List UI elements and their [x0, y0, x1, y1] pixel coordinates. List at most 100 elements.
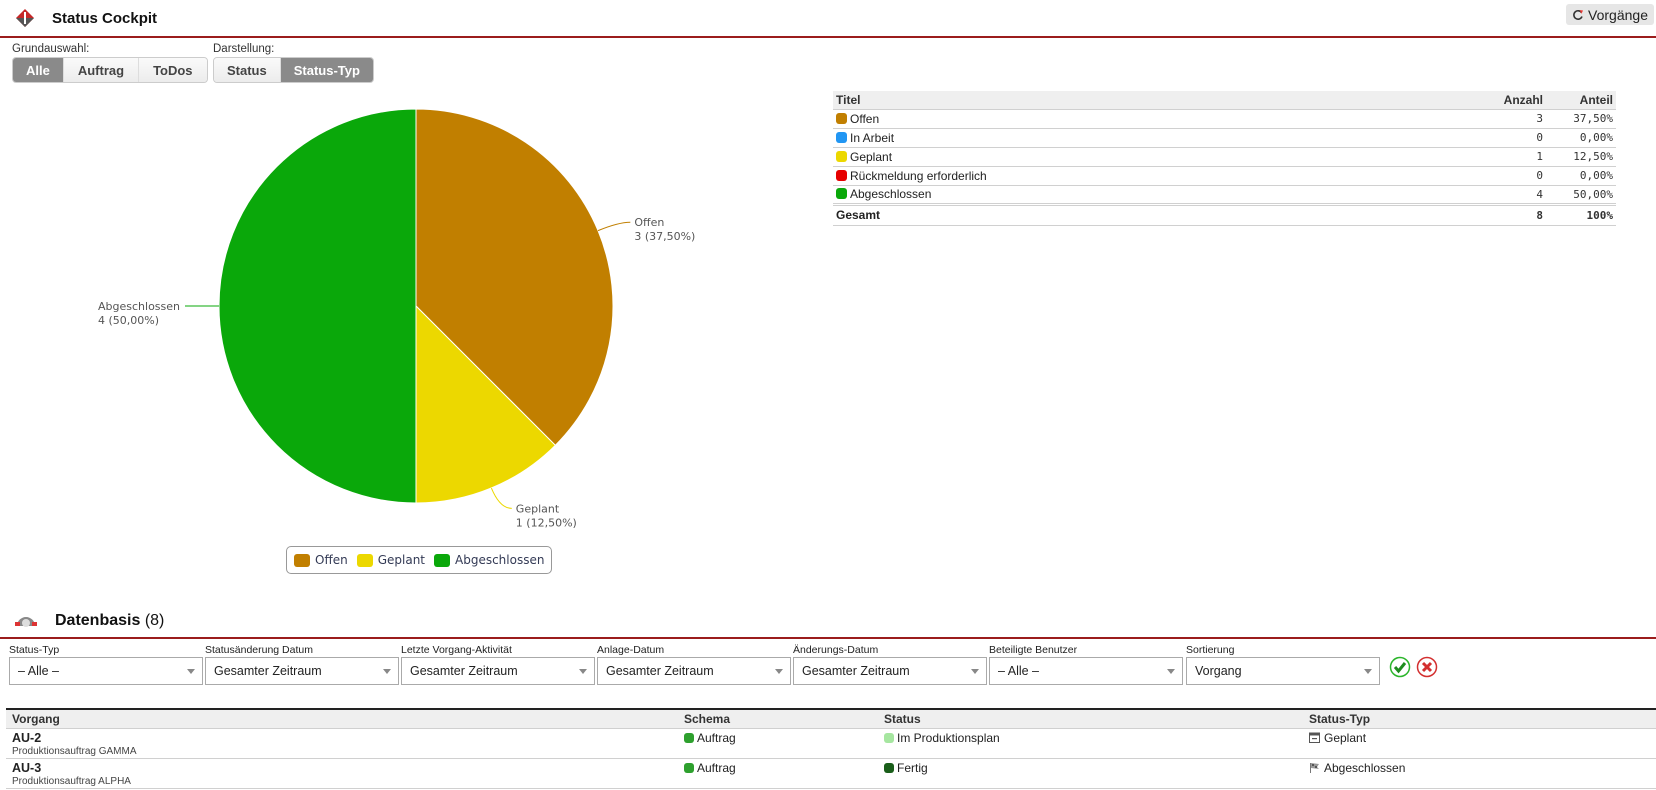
grundauswahl-option-alle[interactable]: Alle [13, 58, 64, 82]
vorgaenge-table: Vorgang Schema Status Status-Typ AU-2 Pro… [6, 708, 1656, 789]
legend-swatch-abgeschlossen [434, 553, 450, 567]
summary-title-cell: Offen [833, 109, 1466, 129]
schema-cell: Auftrag [678, 728, 878, 759]
status-summary-table: Titel Anzahl Anteil Offen 3 37,50% In Arbei… [833, 91, 1616, 226]
schema-label: Auftrag [697, 760, 736, 775]
darstellung-option-status[interactable]: Status [214, 58, 281, 82]
filter-0: Status-Typ – Alle – [9, 644, 203, 685]
col-schema: Schema [678, 709, 878, 729]
pie-label-abgeschlossen: Abgeschlossen [98, 300, 180, 313]
grundauswahl-segmented-control: Alle Auftrag ToDos [12, 57, 208, 83]
status-color-swatch [836, 131, 847, 143]
summary-row: In Arbeit 0 0,00% [833, 128, 1616, 148]
summary-title-cell: Geplant [833, 147, 1466, 167]
checkered-flag-icon [1310, 762, 1319, 773]
summary-title: Abgeschlossen [850, 187, 932, 201]
chevron-down-icon [1364, 668, 1372, 674]
status-color-dot [884, 732, 894, 743]
schema-color-dot [684, 732, 694, 743]
summary-header-row: Titel Anzahl Anteil [833, 91, 1616, 110]
status-cell: Fertig [878, 758, 1303, 789]
summary-count: 0 [1466, 128, 1546, 148]
summary-share: 37,50% [1546, 109, 1616, 129]
filter-1: Statusänderung Datum Gesamter Zeitraum [205, 644, 399, 685]
chevron-down-icon [579, 668, 587, 674]
filter-6: Sortierung Vorgang [1186, 644, 1380, 685]
status-color-swatch [836, 112, 847, 124]
chevron-down-icon [775, 668, 783, 674]
data-header-row: Vorgang Schema Status Status-Typ [6, 709, 1656, 729]
status-label: Fertig [897, 760, 928, 775]
status-color-swatch [836, 169, 847, 181]
vorgaenge-button[interactable]: Vorgänge [1566, 4, 1654, 25]
filter-label: Änderungs-Datum [793, 644, 879, 656]
summary-title: Rückmeldung erforderlich [850, 168, 987, 183]
col-status: Status [878, 709, 1303, 729]
legend-label: Offen [315, 553, 348, 567]
summary-total-row: Gesamt 8 100% [833, 202, 1616, 226]
schema-label: Auftrag [697, 730, 736, 745]
table-row[interactable]: AU-2 Produktionsauftrag GAMMA Auftrag Im Pr… [6, 728, 1656, 759]
filter-value: – Alle – [998, 664, 1040, 678]
grundauswahl-option-todos[interactable]: ToDos [139, 58, 207, 82]
legend-item-abgeschlossen[interactable]: Abgeschlossen [434, 553, 544, 567]
filter-label: Statusänderung Datum [205, 644, 313, 656]
filter-label: Beteiligte Benutzer [989, 644, 1078, 656]
filter-select[interactable]: Gesamter Zeitraum [401, 657, 595, 685]
summary-title-cell: Abgeschlossen [833, 185, 1466, 205]
chevron-down-icon [971, 668, 979, 674]
vorgang-id-link[interactable]: AU-2 [12, 731, 672, 745]
filter-select[interactable]: Gesamter Zeitraum [597, 657, 791, 685]
summary-share: 0,00% [1546, 166, 1616, 186]
vorgang-cell: AU-3 Produktionsauftrag ALPHA [6, 758, 678, 789]
status-typ-cell: Abgeschlossen [1303, 758, 1656, 789]
legend-item-offen[interactable]: Offen [294, 553, 348, 567]
datenbasis-label: Datenbasis [55, 612, 141, 629]
summary-row: Rückmeldung erforderlich 0 0,00% [833, 166, 1616, 186]
summary-share: 12,50% [1546, 147, 1616, 167]
pie-slice-abgeschlossen[interactable] [218, 108, 417, 504]
chevron-down-icon [383, 668, 391, 674]
darstellung-option-status-typ[interactable]: Status-Typ [280, 58, 373, 82]
pie-connector-offen [597, 221, 631, 232]
filter-label: Status-Typ [9, 644, 60, 656]
refresh-icon [1573, 9, 1584, 20]
filter-value: Vorgang [1195, 664, 1242, 678]
filter-2: Letzte Vorgang-Aktivität Gesamter Zeitrau… [401, 644, 595, 685]
col-titel: Titel [833, 91, 1466, 110]
summary-title: Geplant [850, 149, 893, 164]
filter-select[interactable]: Gesamter Zeitraum [793, 657, 987, 685]
legend-item-geplant[interactable]: Geplant [356, 553, 425, 567]
x-circle-icon[interactable] [1416, 656, 1438, 678]
chevron-down-icon [1167, 668, 1175, 674]
check-circle-icon[interactable] [1389, 656, 1411, 678]
status-cell: Im Produktionsplan [878, 728, 1303, 759]
total-title: Gesamt [833, 202, 1466, 226]
schema-cell: Auftrag [678, 758, 878, 789]
filter-select[interactable]: Gesamter Zeitraum [205, 657, 399, 685]
filter-label: Anlage-Datum [597, 644, 665, 656]
grundauswahl-option-auftrag[interactable]: Auftrag [63, 58, 140, 82]
grundauswahl-label: Grundauswahl: [12, 43, 90, 55]
col-vorgang: Vorgang [6, 709, 678, 729]
summary-title-cell: In Arbeit [833, 128, 1466, 148]
table-row[interactable]: AU-3 Produktionsauftrag ALPHA Auftrag Ferti… [6, 758, 1656, 789]
filter-select[interactable]: Vorgang [1186, 657, 1380, 685]
col-anzahl: Anzahl [1466, 91, 1546, 110]
dashboard-gauge-icon [15, 617, 37, 627]
pie-value-label-offen: 3 (37,50%) [634, 230, 695, 243]
filter-select[interactable]: – Alle – [9, 657, 203, 685]
status-color-swatch [836, 150, 847, 162]
darstellung-label: Darstellung: [213, 43, 275, 55]
filter-value: Gesamter Zeitraum [410, 664, 518, 678]
pie-label-offen: Offen [634, 216, 664, 229]
summary-title: In Arbeit [850, 130, 895, 145]
datenbasis-title: Datenbasis (8) [55, 612, 164, 630]
legend-label: Abgeschlossen [455, 553, 545, 567]
summary-row: Geplant 1 12,50% [833, 147, 1616, 167]
pie-connector-geplant [490, 487, 512, 509]
vorgaenge-label: Vorgänge [1588, 6, 1648, 23]
filter-select[interactable]: – Alle – [989, 657, 1183, 685]
status-label: Im Produktionsplan [897, 730, 1000, 745]
vorgang-id-link[interactable]: AU-3 [12, 761, 672, 775]
